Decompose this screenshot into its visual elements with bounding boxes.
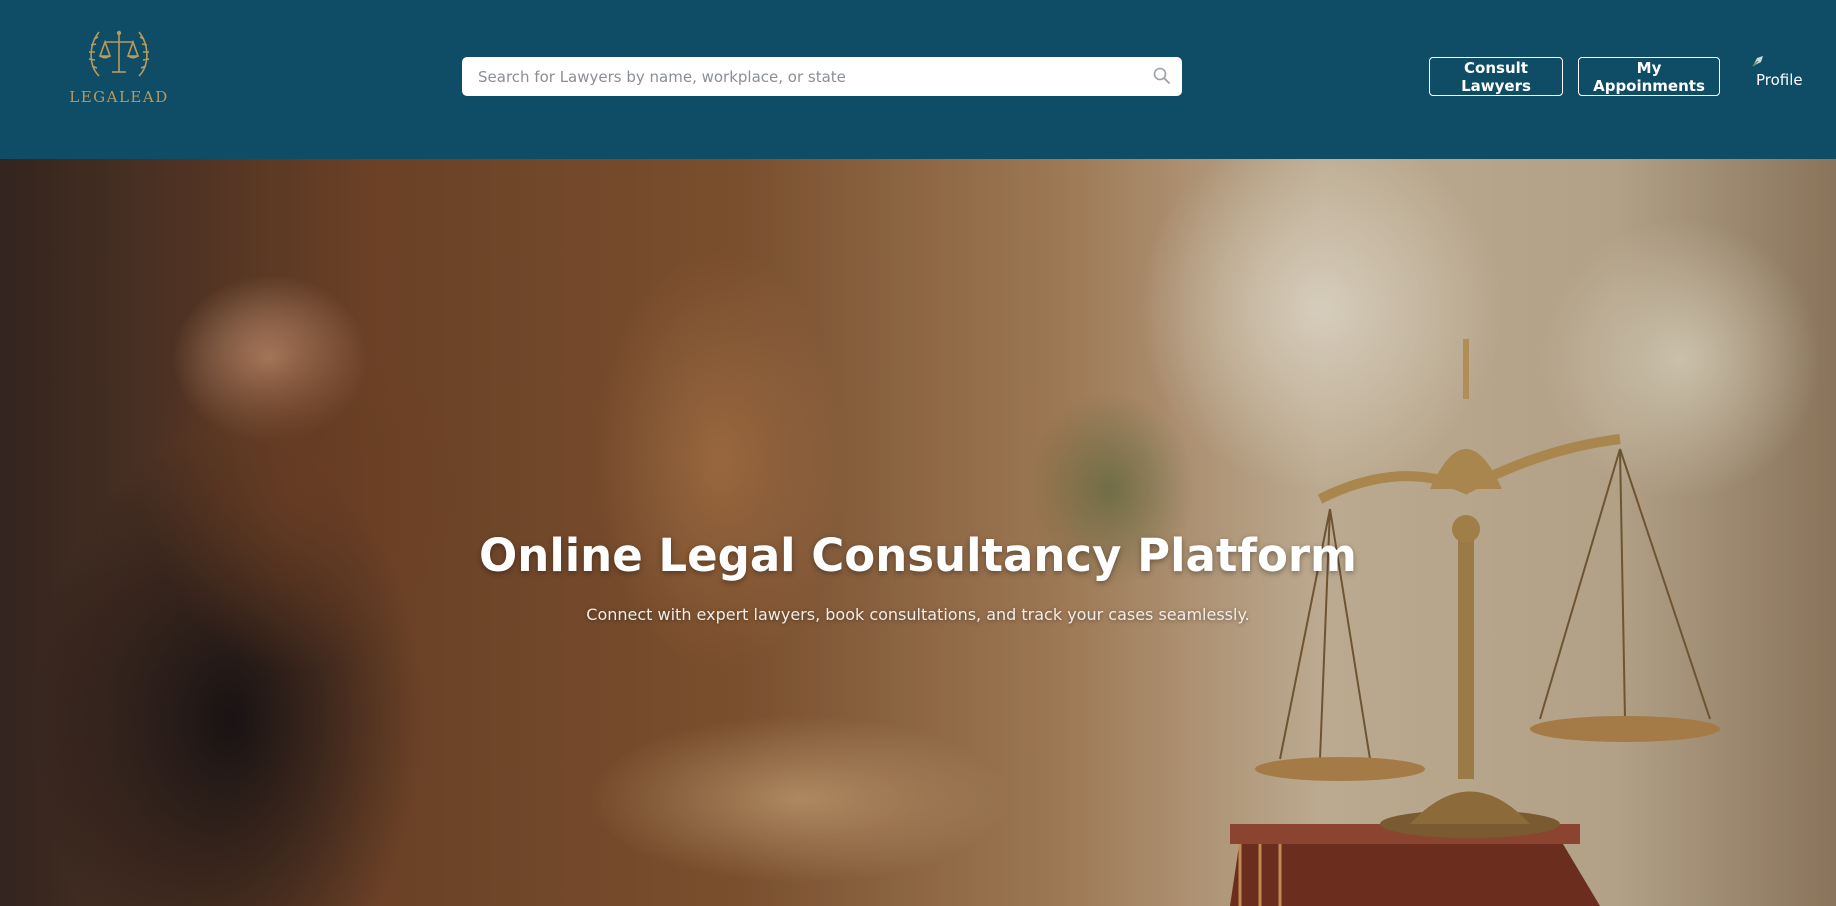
my-appointments-button[interactable]: My Appoinments [1578, 57, 1720, 96]
hero-title: Online Legal Consultancy Platform [479, 529, 1357, 582]
search-bar [462, 57, 1182, 96]
brand-logo[interactable]: LEGALEAD [64, 22, 174, 108]
profile-avatar-icon [1752, 56, 1763, 67]
scales-of-justice-wreath-icon [88, 30, 150, 77]
search-input[interactable] [462, 57, 1182, 96]
hero-subtitle: Connect with expert lawyers, book consul… [586, 605, 1250, 624]
profile-link[interactable]: Profile [1748, 54, 1808, 94]
navbar: LEGALEAD Consult Lawyers My Appoinments … [0, 0, 1836, 159]
search-icon[interactable] [1152, 66, 1172, 86]
profile-label: Profile [1756, 71, 1803, 89]
consult-lawyers-button[interactable]: Consult Lawyers [1429, 57, 1563, 96]
hero-banner: Online Legal Consultancy Platform Connec… [0, 159, 1836, 906]
brand-name: LEGALEAD [69, 88, 169, 106]
